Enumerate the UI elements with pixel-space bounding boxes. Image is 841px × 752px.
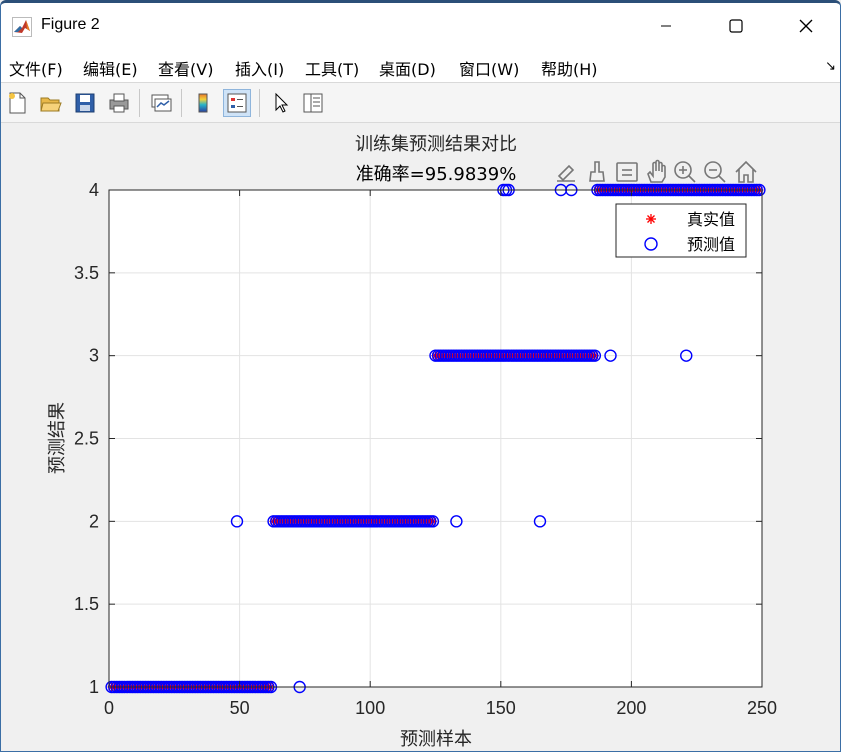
x-tick-label: 50 — [230, 698, 250, 718]
window-title: Figure 2 — [41, 16, 100, 33]
toolbar-separator — [181, 89, 182, 117]
open-file-icon — [40, 97, 62, 112]
save-button[interactable] — [71, 89, 99, 117]
colorbar-button[interactable] — [189, 89, 217, 117]
y-tick-label: 2.5 — [74, 429, 99, 449]
figure-toolbar — [1, 83, 840, 123]
y-tick-label: 2 — [89, 511, 99, 531]
menu-tools[interactable]: 工具(T) — [305, 56, 359, 80]
link-plot-button[interactable] — [147, 89, 175, 117]
colorbar-icon — [198, 93, 208, 113]
legend-marker-true — [646, 214, 656, 224]
matlab-logo-icon — [12, 17, 32, 37]
edit-plot-icon — [275, 92, 289, 113]
scatter-plot[interactable]: 训练集预测结果对比 准确率=95.9839% 0 50 100 150 200 250 1 1… — [1, 124, 841, 752]
pan-hand-icon[interactable] — [647, 159, 666, 183]
open-file-button[interactable] — [37, 89, 65, 117]
menu-window[interactable]: 窗口(W) — [459, 56, 519, 80]
legend-label-pred: 预测值 — [687, 235, 735, 254]
home-restore-icon[interactable] — [735, 160, 757, 183]
menu-bar: 文件(F) 编辑(E) 查看(V) 插入(I) 工具(T) 桌面(D) 窗口(W… — [1, 49, 840, 83]
property-inspector-button[interactable] — [299, 89, 327, 117]
close-button[interactable] — [771, 3, 840, 49]
y-axis-label: 预测结果 — [47, 402, 68, 474]
maximize-button[interactable] — [701, 3, 771, 49]
y-tick-label: 1.5 — [74, 594, 99, 614]
print-icon — [109, 93, 129, 113]
brush-export-icon[interactable] — [557, 164, 575, 182]
chart-subtitle: 准确率=95.9839% — [356, 164, 517, 185]
data-brush-icon[interactable] — [589, 161, 605, 182]
toolbar-separator — [139, 89, 140, 117]
menu-file[interactable]: 文件(F) — [9, 56, 63, 80]
print-button[interactable] — [105, 89, 133, 117]
x-tick-label: 100 — [355, 698, 385, 718]
save-icon — [75, 93, 95, 113]
menu-desktop[interactable]: 桌面(D) — [379, 56, 436, 80]
toolbar-separator — [259, 89, 260, 117]
figure-window: Figure 2 文件(F) 编辑(E) 查看(V) 插入(I) 工具(T) 桌… — [0, 0, 841, 752]
chart-title: 训练集预测结果对比 — [355, 134, 517, 155]
new-figure-icon — [9, 92, 26, 114]
zoom-out-icon[interactable] — [704, 161, 726, 183]
data-tips-icon[interactable] — [616, 162, 638, 182]
legend-icon — [227, 93, 247, 113]
x-tick-label: 200 — [616, 698, 646, 718]
menu-edit[interactable]: 编辑(E) — [83, 56, 138, 80]
x-tick-label: 250 — [747, 698, 777, 718]
minimize-button[interactable] — [631, 3, 701, 49]
y-tick-label: 3.5 — [74, 263, 99, 283]
property-inspector-icon — [303, 93, 323, 113]
edit-plot-button[interactable] — [267, 89, 295, 117]
zoom-in-icon[interactable] — [674, 161, 696, 183]
legend-button[interactable] — [223, 89, 251, 117]
x-axis-label: 预测样本 — [400, 729, 472, 750]
x-tick-label: 0 — [104, 698, 114, 718]
title-bar[interactable]: Figure 2 — [1, 3, 840, 49]
dock-arrow-icon[interactable]: ↘ — [825, 59, 836, 74]
new-figure-button[interactable] — [3, 89, 31, 117]
figure-canvas: 训练集预测结果对比 准确率=95.9839% 0 50 100 150 200 250 1 1… — [1, 124, 841, 752]
minimize-icon — [661, 25, 671, 27]
y-tick-label: 3 — [89, 346, 99, 366]
y-tick-label: 4 — [89, 180, 99, 200]
legend-label-true: 真实值 — [687, 210, 735, 229]
axes-toolbar — [557, 159, 757, 183]
menu-help[interactable]: 帮助(H) — [541, 56, 598, 80]
maximize-icon — [729, 19, 743, 33]
menu-view[interactable]: 查看(V) — [158, 56, 213, 80]
x-tick-label: 150 — [486, 698, 516, 718]
y-tick-label: 1 — [89, 677, 99, 697]
close-icon — [799, 19, 813, 33]
link-plot-icon — [151, 94, 172, 112]
menu-insert[interactable]: 插入(I) — [235, 56, 284, 80]
legend[interactable]: 真实值 预测值 — [615, 203, 747, 258]
